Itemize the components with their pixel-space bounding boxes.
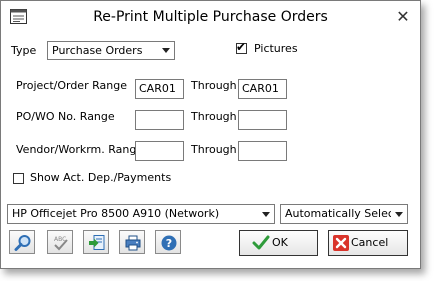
show-payments-checkbox[interactable] [13, 173, 24, 184]
vendor-from-input[interactable] [135, 141, 184, 161]
vendor-range-label: Vendor/Workrm. Range [16, 143, 144, 156]
title-bar: Re-Print Multiple Purchase Orders ✕ [1, 1, 420, 33]
preview-button[interactable] [9, 230, 35, 254]
printer-setup-button[interactable] [119, 230, 145, 254]
type-select-value: Purchase Orders [52, 44, 143, 57]
type-label: Type [11, 44, 37, 57]
spell-check-button[interactable]: ABC [47, 230, 73, 254]
pictures-label: Pictures [254, 42, 298, 55]
project-range-label: Project/Order Range [16, 79, 127, 92]
project-through-label: Through [191, 79, 237, 92]
chevron-down-icon [262, 212, 270, 217]
cancel-button-label: Cancel [351, 236, 389, 249]
powo-range-label: PO/WO No. Range [16, 110, 115, 123]
export-icon [89, 235, 105, 250]
powo-through-label: Through [191, 110, 237, 123]
pictures-checkbox[interactable]: ✔ [236, 40, 247, 54]
chevron-down-icon [162, 48, 170, 53]
checkmark-icon [252, 235, 270, 250]
printer-select-value: HP Officejet Pro 8500 A910 (Network) [12, 207, 220, 220]
powo-from-input[interactable] [135, 110, 184, 130]
powo-to-input[interactable] [238, 110, 287, 130]
cancel-button[interactable]: Cancel [328, 230, 408, 256]
window-title: Re-Print Multiple Purchase Orders [93, 9, 328, 25]
paper-tray-select[interactable]: Automatically Select [280, 204, 408, 224]
show-payments-label: Show Act. Dep./Payments [30, 171, 172, 184]
chevron-down-icon [395, 212, 403, 217]
svg-text:?: ? [166, 237, 172, 250]
ok-button-label: OK [272, 236, 288, 249]
help-button[interactable]: ? [155, 230, 181, 254]
preview-icon [14, 235, 31, 251]
ok-button[interactable]: OK [239, 230, 318, 256]
vendor-through-label: Through [191, 143, 237, 156]
printer-setup-icon [125, 235, 141, 251]
help-icon: ? [161, 235, 177, 251]
close-icon [333, 235, 349, 251]
checkmark-icon: ✔ [236, 40, 247, 54]
spell-check-icon: ABC [54, 236, 68, 251]
type-select[interactable]: Purchase Orders [47, 41, 175, 60]
project-from-input[interactable]: CAR01 [135, 79, 184, 99]
printer-select[interactable]: HP Officejet Pro 8500 A910 (Network) [7, 204, 275, 224]
reprint-po-dialog: Re-Print Multiple Purchase Orders ✕ Type… [0, 0, 421, 269]
close-icon[interactable]: ✕ [392, 6, 414, 28]
paper-tray-value: Automatically Select [285, 207, 391, 220]
project-to-input[interactable]: CAR01 [238, 79, 287, 99]
export-button[interactable] [83, 230, 109, 254]
vendor-to-input[interactable] [238, 141, 287, 161]
